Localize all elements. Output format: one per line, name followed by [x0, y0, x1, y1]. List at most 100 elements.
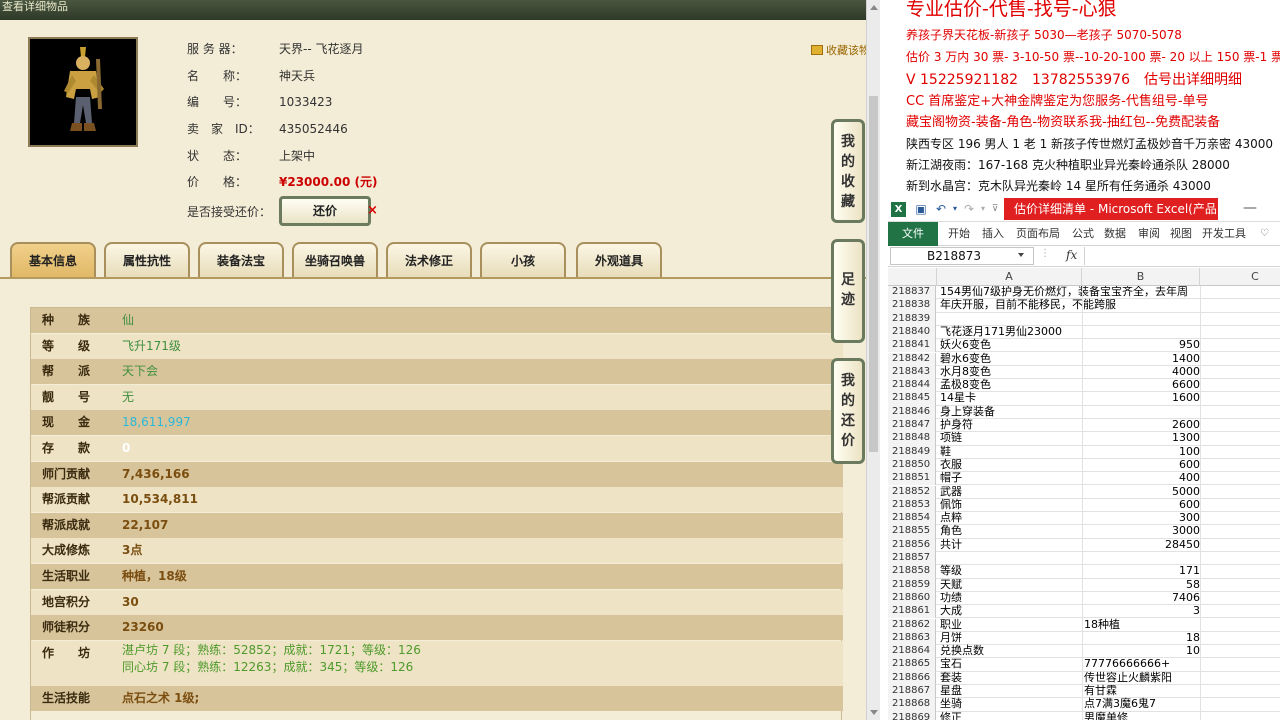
row-number[interactable]: 218855 — [888, 525, 936, 539]
scroll-up-icon[interactable] — [870, 5, 878, 10]
scroll-thumb[interactable] — [869, 96, 878, 452]
row-number[interactable]: 218846 — [888, 405, 936, 419]
cell-b[interactable]: 400 — [1082, 471, 1200, 484]
scroll-down-icon[interactable] — [870, 710, 878, 715]
tab-insert[interactable]: 插入 — [982, 222, 1004, 246]
table-row[interactable]: 218868 坐骑 点7满3魔6鬼7 — [888, 697, 1280, 712]
tab-data[interactable]: 数据 — [1104, 222, 1126, 246]
row-number[interactable]: 218850 — [888, 458, 936, 473]
minimize-icon[interactable]: — — [1242, 200, 1258, 216]
table-row[interactable]: 218858 等级 171 — [888, 564, 1280, 579]
cell-b[interactable]: 600 — [1082, 458, 1200, 471]
tab-appearance[interactable]: 外观道具 — [576, 242, 662, 278]
cell-b[interactable]: 3000 — [1082, 525, 1200, 538]
table-row[interactable]: 218846 身上穿装备 — [888, 405, 1280, 419]
row-number[interactable]: 218859 — [888, 578, 936, 592]
vertical-scrollbar[interactable] — [866, 0, 880, 720]
cell-b[interactable]: 100 — [1082, 445, 1200, 458]
cell-b[interactable]: 1400 — [1082, 352, 1200, 365]
row-number[interactable]: 218843 — [888, 365, 936, 380]
my-bargains-button[interactable]: 我的还价 — [831, 358, 865, 464]
row-number[interactable]: 218847 — [888, 419, 936, 433]
customize-toolbar-icon[interactable]: ⊽ — [988, 202, 1002, 216]
row-number[interactable]: 218860 — [888, 591, 936, 606]
table-row[interactable]: 218839 — [888, 312, 1280, 326]
cell-a[interactable]: 身上穿装备 — [940, 405, 1130, 418]
table-row[interactable]: 218851 帽子 400 — [888, 471, 1280, 486]
cell-b[interactable]: 58 — [1082, 578, 1200, 591]
table-row[interactable]: 218866 套装 传世容止火麟紫阳 — [888, 671, 1280, 685]
row-number[interactable]: 218864 — [888, 645, 936, 659]
cell-b[interactable]: 3 — [1082, 604, 1200, 617]
row-number[interactable]: 218848 — [888, 432, 936, 446]
row-number[interactable]: 218841 — [888, 339, 936, 353]
cell-b[interactable]: 5000 — [1082, 485, 1200, 498]
cell-b[interactable]: 4000 — [1082, 365, 1200, 378]
cell-b[interactable]: 600 — [1082, 498, 1200, 511]
table-row[interactable]: 218855 角色 3000 — [888, 525, 1280, 539]
table-row[interactable]: 218859 天赋 58 — [888, 578, 1280, 592]
name-box[interactable]: B218873 — [890, 247, 1034, 265]
redo-icon[interactable]: ↷ — [962, 202, 976, 216]
row-number[interactable]: 218842 — [888, 352, 936, 366]
close-icon[interactable]: × — [367, 203, 378, 218]
row-number[interactable]: 218865 — [888, 658, 936, 672]
column-header-b[interactable]: B — [1082, 268, 1200, 286]
table-row[interactable]: 218861 大成 3 — [888, 604, 1280, 619]
tab-review[interactable]: 审阅 — [1138, 222, 1160, 246]
tab-mounts[interactable]: 坐骑召唤兽 — [292, 242, 378, 278]
table-row[interactable]: 218869 修正 男魔单修 — [888, 711, 1280, 720]
cell-b[interactable]: 2600 — [1082, 418, 1200, 431]
row-number[interactable]: 218837 — [888, 286, 936, 300]
save-icon[interactable]: ▣ — [914, 202, 928, 216]
row-number[interactable]: 218857 — [888, 552, 936, 566]
cell-b[interactable]: 28450 — [1082, 538, 1200, 551]
cell-b[interactable]: 10 — [1082, 644, 1200, 657]
row-number[interactable]: 218851 — [888, 472, 936, 486]
row-number[interactable]: 218867 — [888, 685, 936, 699]
cell-a[interactable]: 154男仙7级护身无价燃灯，装备宝宝齐全，去年周 — [940, 286, 1188, 298]
row-number[interactable]: 218863 — [888, 631, 936, 646]
row-number[interactable]: 218854 — [888, 512, 936, 526]
table-row[interactable]: 218842 碧水6变色 1400 — [888, 352, 1280, 366]
spreadsheet-grid[interactable]: 218837 154男仙7级护身无价燃灯，装备宝宝齐全，去年周 218838 年庆开服… — [888, 286, 1280, 720]
row-number[interactable]: 218866 — [888, 671, 936, 685]
table-row[interactable]: 218862 职业 18种植 — [888, 618, 1280, 632]
cell-b[interactable]: 18 — [1082, 631, 1200, 644]
cell-a[interactable]: 飞花逐月171男仙23000 — [940, 325, 1130, 338]
table-row[interactable]: 218849 鞋 100 — [888, 445, 1280, 459]
undo-icon[interactable]: ↶ — [934, 202, 948, 216]
table-row[interactable]: 218850 衣服 600 — [888, 458, 1280, 473]
cell-b[interactable]: 1300 — [1082, 431, 1200, 444]
row-number[interactable]: 218868 — [888, 698, 936, 712]
cell-b[interactable]: 7406 — [1082, 591, 1200, 604]
ribbon-collapse-icon[interactable]: ♡ — [1260, 222, 1269, 246]
table-row[interactable]: 218856 共计 28450 — [888, 538, 1280, 552]
chevron-down-icon[interactable]: ▾ — [948, 202, 962, 216]
tab-children[interactable]: 小孩 — [480, 242, 566, 278]
cell-a[interactable]: 年庆开服，目前不能移民，不能跨服 — [940, 298, 1130, 311]
row-number[interactable]: 218852 — [888, 485, 936, 499]
table-row[interactable]: 218865 宝石 77776666666+ — [888, 658, 1280, 672]
tab-equipment[interactable]: 装备法宝 — [198, 242, 284, 278]
cell-b[interactable]: 18种植 — [1082, 618, 1200, 631]
row-number[interactable]: 218839 — [888, 312, 936, 326]
insert-function-icon[interactable]: fx — [1066, 248, 1077, 262]
cell-b[interactable]: 1600 — [1082, 392, 1200, 405]
my-favorites-button[interactable]: 我的收藏 — [831, 119, 865, 223]
footprint-button[interactable]: 足迹 — [831, 239, 865, 343]
row-number[interactable]: 218858 — [888, 565, 936, 579]
row-number[interactable]: 218845 — [888, 392, 936, 406]
row-number[interactable]: 218861 — [888, 605, 936, 619]
table-row[interactable]: 218848 项链 1300 — [888, 431, 1280, 446]
cell-b[interactable]: 950 — [1082, 338, 1200, 351]
column-header-a[interactable]: A — [937, 268, 1082, 286]
table-row[interactable]: 218845 14星卡 1600 — [888, 392, 1280, 406]
row-number[interactable]: 218869 — [888, 711, 936, 720]
counter-offer-button[interactable]: 还价 — [279, 196, 371, 226]
table-row[interactable]: 218838 年庆开服，目前不能移民，不能跨服 — [888, 298, 1280, 313]
formula-input[interactable] — [1084, 247, 1280, 265]
tab-home[interactable]: 开始 — [948, 222, 970, 246]
tab-formulas[interactable]: 公式 — [1072, 222, 1094, 246]
tab-view[interactable]: 视图 — [1170, 222, 1192, 246]
